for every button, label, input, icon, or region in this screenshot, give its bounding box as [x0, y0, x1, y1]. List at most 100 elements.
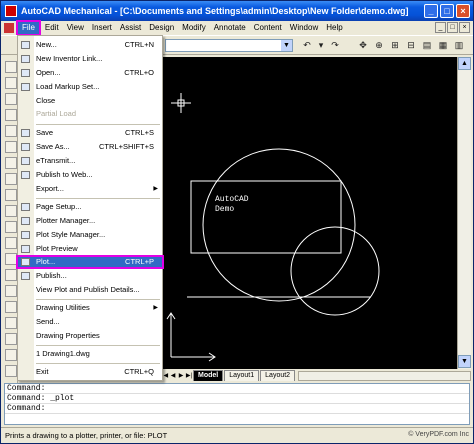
menu-item-label: Plot Preview — [36, 244, 78, 253]
tab-last-icon[interactable]: ▶| — [185, 371, 193, 381]
tab-layout1[interactable]: Layout1 — [224, 370, 260, 381]
doc-minimize-button[interactable]: _ — [435, 22, 446, 33]
menu-item-new-inventor-link[interactable]: New Inventor Link... — [18, 54, 162, 64]
doc-restore-button[interactable]: □ — [447, 22, 458, 33]
redo-icon[interactable]: ↷ — [329, 40, 341, 51]
menu-item-shortcut: CTRL+P — [125, 257, 154, 266]
tool-button[interactable] — [5, 349, 17, 361]
menu-item-export[interactable]: Export... ▶ — [18, 184, 162, 194]
scroll-down-icon[interactable]: ▼ — [458, 355, 471, 368]
menu-item-publish-to-web[interactable]: Publish to Web... — [18, 170, 162, 180]
menu-item-load-markup-set[interactable]: Load Markup Set... — [18, 82, 162, 92]
menu-item-close[interactable]: Close — [18, 96, 162, 106]
menu-item-plot-preview[interactable]: Plot Preview — [18, 244, 162, 254]
menu-item-send[interactable]: Send... — [18, 317, 162, 327]
menu-item-partial-load: Partial Load — [18, 109, 162, 119]
pan-icon[interactable]: ✥ — [357, 40, 369, 51]
design-center-icon[interactable]: ▦ — [437, 40, 449, 51]
large-circle — [202, 148, 356, 302]
close-button[interactable]: × — [456, 4, 470, 18]
tool-button[interactable] — [5, 157, 17, 169]
menu-item-label: View Plot and Publish Details... — [36, 285, 140, 294]
menu-item-page-setup[interactable]: Page Setup... — [18, 202, 162, 212]
doc-close-button[interactable]: × — [459, 22, 470, 33]
autocad-app-icon[interactable] — [5, 5, 17, 17]
tool-button[interactable] — [5, 333, 17, 345]
menu-item-drawing-properties[interactable]: Drawing Properties — [18, 331, 162, 341]
menu-assist[interactable]: Assist — [116, 22, 145, 34]
toolbar-combo[interactable]: ▼ — [165, 39, 293, 52]
tool-button[interactable] — [5, 61, 17, 73]
menu-item-view-plot-details[interactable]: View Plot and Publish Details... — [18, 285, 162, 295]
tool-button[interactable] — [5, 317, 17, 329]
menu-item-drawing-utilities[interactable]: Drawing Utilities ▶ — [18, 303, 162, 313]
menu-item-save-as[interactable]: Save As... CTRL+SHIFT+S — [18, 142, 162, 152]
scroll-up-icon[interactable]: ▲ — [458, 57, 471, 70]
menu-view[interactable]: View — [63, 22, 88, 34]
tool-button[interactable] — [5, 205, 17, 217]
tool-button[interactable] — [5, 77, 17, 89]
menu-item-label: Publish... — [36, 271, 67, 280]
chevron-down-icon[interactable]: ▼ — [281, 40, 292, 51]
menu-help[interactable]: Help — [322, 22, 346, 34]
tool-button[interactable] — [5, 189, 17, 201]
tab-prev-icon[interactable]: ◀ — [169, 371, 177, 381]
menu-separator — [36, 198, 160, 199]
menu-item-etransmit[interactable]: eTransmit... — [18, 156, 162, 166]
menu-item-new[interactable]: New... CTRL+N — [18, 40, 162, 50]
menu-file[interactable]: File — [16, 20, 41, 36]
tool-button[interactable] — [5, 125, 17, 137]
zoom-window-icon[interactable]: ⊞ — [389, 40, 401, 51]
status-bar: Prints a drawing to a plotter, printer, … — [1, 427, 473, 443]
etransmit-icon — [21, 157, 30, 165]
menu-item-publish[interactable]: Publish... — [18, 271, 162, 281]
menu-design[interactable]: Design — [145, 22, 178, 34]
menu-content[interactable]: Content — [250, 22, 286, 34]
menu-edit[interactable]: Edit — [41, 22, 63, 34]
properties-icon[interactable]: ▤ — [421, 40, 433, 51]
menu-item-label: Save As... — [36, 142, 70, 151]
menu-item-exit[interactable]: Exit CTRL+Q — [18, 367, 162, 377]
drawing-canvas[interactable]: AutoCAD Demo — [161, 57, 457, 369]
horizontal-scrollbar[interactable] — [298, 371, 471, 381]
menu-item-recent-file[interactable]: 1 Drawing1.dwg — [18, 349, 162, 359]
menu-item-save[interactable]: Save CTRL+S — [18, 128, 162, 138]
menu-item-plot-style-manager[interactable]: Plot Style Manager... — [18, 230, 162, 240]
tool-button[interactable] — [5, 221, 17, 233]
tab-next-icon[interactable]: ▶ — [177, 371, 185, 381]
menu-insert[interactable]: Insert — [88, 22, 116, 34]
tool-button[interactable] — [5, 269, 17, 281]
tool-button[interactable] — [5, 109, 17, 121]
menu-item-plot[interactable]: Plot... CTRL+P — [16, 255, 164, 269]
tool-button[interactable] — [5, 253, 17, 265]
tool-button[interactable] — [5, 93, 17, 105]
tool-button[interactable] — [5, 141, 17, 153]
tab-layout2[interactable]: Layout2 — [260, 370, 296, 381]
tool-button[interactable] — [5, 173, 17, 185]
menu-window[interactable]: Window — [286, 22, 322, 34]
menu-modify[interactable]: Modify — [178, 22, 210, 34]
tool-button[interactable] — [5, 237, 17, 249]
maximize-button[interactable]: □ — [440, 4, 454, 18]
menu-item-label: Send... — [36, 317, 60, 326]
menu-item-open[interactable]: Open... CTRL+O — [18, 68, 162, 78]
title-bar[interactable]: AutoCAD Mechanical - [C:\Documents and S… — [1, 1, 473, 21]
menu-item-label: Drawing Properties — [36, 331, 100, 340]
tool-palette-icon[interactable]: ▥ — [453, 40, 465, 51]
menu-item-plotter-manager[interactable]: Plotter Manager... — [18, 216, 162, 226]
menu-item-label: Open... — [36, 68, 61, 77]
document-system-icon[interactable] — [4, 23, 14, 33]
undo-icon[interactable]: ↶ — [301, 40, 313, 51]
tool-button[interactable] — [5, 365, 17, 377]
zoom-icon[interactable]: ⊕ — [373, 40, 385, 51]
tool-button[interactable] — [5, 301, 17, 313]
dropdown-arrow-icon[interactable]: ▾ — [315, 40, 327, 51]
tab-model[interactable]: Model — [193, 370, 224, 381]
menu-annotate[interactable]: Annotate — [210, 22, 250, 34]
zoom-previous-icon[interactable]: ⊟ — [405, 40, 417, 51]
minimize-button[interactable]: _ — [424, 4, 438, 18]
vertical-scrollbar[interactable]: ▲ ▼ — [457, 57, 471, 369]
command-input-line[interactable]: Command: — [5, 404, 469, 414]
tool-button[interactable] — [5, 285, 17, 297]
command-window[interactable]: Command: Command: _plot Command: — [4, 383, 470, 425]
